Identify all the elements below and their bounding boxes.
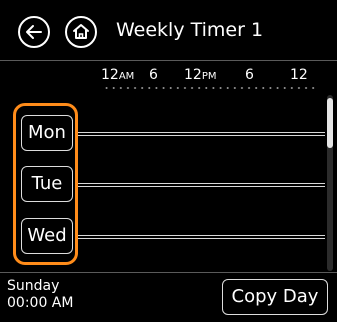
header-bar: Weekly Timer 1 — [0, 0, 337, 60]
scrollbar[interactable] — [327, 95, 333, 271]
schedule-track-wed[interactable] — [78, 235, 325, 239]
footer-divider — [0, 272, 337, 273]
selected-time-label: 00:00 AM — [7, 295, 74, 311]
hour-dots — [103, 87, 317, 89]
day-selection-highlight — [13, 103, 78, 265]
time-label-12am-end: 12 — [290, 67, 308, 83]
time-label-6am: 6 — [149, 67, 158, 83]
schedule-track-tue[interactable] — [78, 183, 325, 187]
page-title: Weekly Timer 1 — [116, 19, 264, 41]
time-label-12am: 12AM — [101, 67, 135, 83]
home-button[interactable] — [65, 16, 97, 48]
back-button[interactable] — [18, 16, 50, 48]
arrow-left-icon — [26, 25, 42, 39]
scrollbar-thumb[interactable] — [327, 98, 333, 148]
home-icon — [73, 24, 89, 39]
time-label-12pm: 12PM — [184, 67, 217, 83]
selected-day-label: Sunday — [7, 278, 60, 294]
copy-day-button[interactable]: Copy Day — [222, 279, 328, 315]
time-axis: 12AM 6 12PM 6 12 — [0, 61, 337, 95]
schedule-track-mon[interactable] — [78, 132, 325, 136]
time-label-6pm: 6 — [245, 67, 254, 83]
